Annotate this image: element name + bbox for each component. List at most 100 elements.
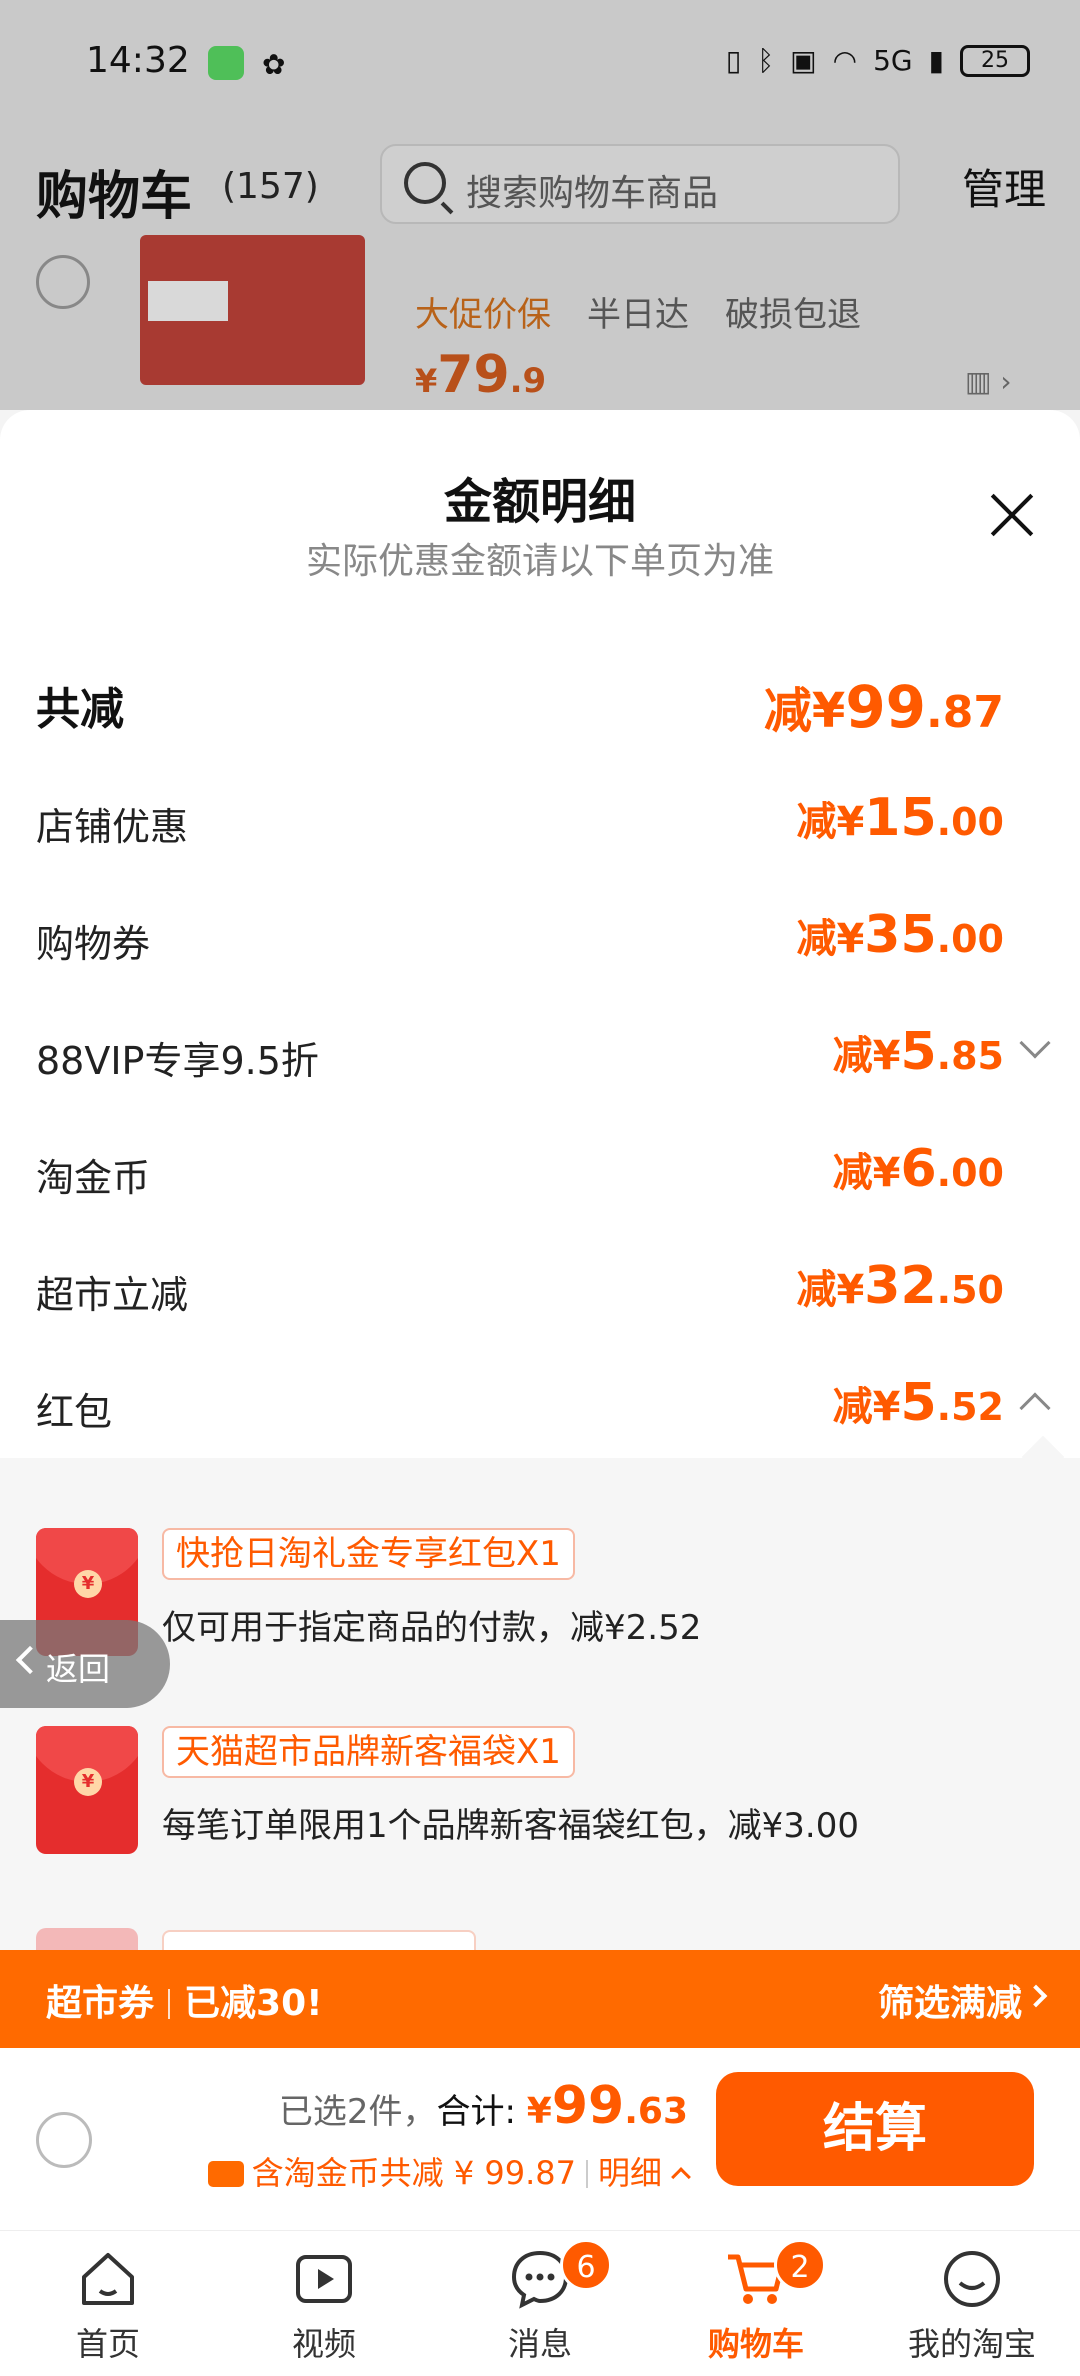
discount-amount: 减¥6.00 <box>833 1139 1004 1199</box>
discount-amount: 减¥35.00 <box>796 905 1004 965</box>
coupon-icon <box>207 2161 244 2187</box>
sheet-subtitle: 实际优惠金额请以下单页为准 <box>305 541 774 582</box>
red-packet-tag-partial <box>162 1930 476 1950</box>
tab-label: 购物车 <box>707 2325 804 2363</box>
price-int: 99 <box>551 2076 625 2136</box>
page-title: 购物车 <box>36 167 193 227</box>
amount-detail-sheet: 金额明细 实际优惠金额请以下单页为准 共减 减¥99.87 店铺优惠 减¥15.… <box>0 410 1080 1950</box>
discount-row-88vip[interactable]: 88VIP专享9.5折 减¥5.85 <box>0 1014 1080 1094</box>
amount-prefix: 减¥ <box>796 916 865 962</box>
tab-profile[interactable]: 我的淘宝 <box>864 2231 1080 2376</box>
product-price: ¥79.9 <box>415 345 546 405</box>
price-trend-icon[interactable]: ▥ › <box>965 365 1012 398</box>
bottom-tab-bar: 首页 视频 6 消息 2 购物车 我的淘宝 <box>0 2230 1080 2376</box>
amount-dec: .87 <box>926 687 1004 738</box>
wifi-icon: ◠ <box>832 44 858 77</box>
search-input[interactable]: 搜索购物车商品 <box>380 144 900 224</box>
cart-item: 大促价保 半日达 破损包退 ¥79.9 ▥ › <box>0 235 1080 410</box>
wechat-icon: ✿ <box>262 48 286 81</box>
tab-label: 首页 <box>75 2325 140 2363</box>
cart-header: 购物车 (157) 搜索购物车商品 管理 <box>0 130 1080 235</box>
tab-home[interactable]: 首页 <box>0 2231 216 2376</box>
red-packet-coin: ¥ <box>74 1768 102 1796</box>
filter-discount-link[interactable]: 筛选满减 <box>878 1974 1022 2026</box>
red-packet-coin: ¥ <box>74 1570 102 1598</box>
signal-icon: ▮ <box>928 44 944 77</box>
tab-video[interactable]: 视频 <box>216 2231 432 2376</box>
red-packet-desc: 每笔订单限用1个品牌新客福袋红包，减¥3.00 <box>162 1806 859 1846</box>
promo-divider <box>168 1989 171 2019</box>
hd-icon: ▣ <box>790 44 817 77</box>
amount-prefix: 减¥ <box>832 1384 901 1430</box>
amount-prefix: 减¥ <box>832 1150 901 1196</box>
close-icon[interactable] <box>988 492 1034 538</box>
discount-summary-text: 含淘金币共减 ¥ 99.87 <box>251 2154 576 2192</box>
back-button[interactable]: 返回 <box>0 1620 170 1708</box>
chevron-up-icon[interactable] <box>1019 1392 1051 1424</box>
tab-label: 消息 <box>507 2325 572 2363</box>
red-packet-icon: ¥ <box>36 1726 138 1854</box>
amount-prefix: 减¥ <box>832 1033 901 1079</box>
discount-amount: 减¥15.00 <box>796 788 1004 848</box>
profile-icon <box>944 2251 1000 2307</box>
video-icon <box>296 2255 352 2303</box>
home-icon <box>82 2253 134 2305</box>
discount-row-store: 店铺优惠 减¥15.00 <box>0 780 1080 860</box>
discount-row-coupon: 购物券 减¥35.00 <box>0 897 1080 977</box>
manage-button[interactable]: 管理 <box>962 156 1046 217</box>
discount-label: 88VIP专享9.5折 <box>36 1039 319 1083</box>
red-packet-tag: 快抢日淘礼金专享红包X1 <box>162 1528 575 1580</box>
discount-summary[interactable]: 含淘金币共减 ¥ 99.87 明细 <box>207 2148 691 2194</box>
tab-cart[interactable]: 2 购物车 <box>648 2231 864 2376</box>
status-bar: 14:32 ✿ ▯ ᛒ ▣ ◠ 5G ▮ 25 <box>0 0 1080 130</box>
total-discount-row: 共减 减¥99.87 <box>0 663 1080 743</box>
checkout-bar: 已选2件，合计: ¥99.63 含淘金币共减 ¥ 99.87 明细 结算 <box>0 2048 1080 2230</box>
back-button-label: 返回 <box>46 1650 111 1688</box>
checkout-button[interactable]: 结算 <box>716 2072 1034 2186</box>
vibrate-icon: ▯ <box>725 44 742 77</box>
select-all-radio[interactable] <box>36 2112 92 2168</box>
discount-label: 购物券 <box>36 922 151 966</box>
discount-amount: 减¥5.85 <box>833 1022 1004 1082</box>
amount-int: 32 <box>864 1256 937 1316</box>
chevron-right-icon <box>1024 1984 1048 2008</box>
amount-dec: .00 <box>936 917 1004 961</box>
network-label: 5G <box>873 44 913 77</box>
status-time: 14:32 <box>86 40 190 81</box>
red-packet-tag: 天猫超市品牌新客福袋X1 <box>162 1726 575 1778</box>
amount-int: 5 <box>900 1373 937 1433</box>
chevron-left-icon <box>15 1645 45 1675</box>
total-discount-label: 共减 <box>36 684 124 735</box>
discount-row-redpacket[interactable]: 红包 减¥5.52 <box>0 1365 1080 1445</box>
detail-link[interactable]: 明细 <box>598 2154 662 2192</box>
product-tag: 大促价保 <box>415 295 551 335</box>
amount-int: 5 <box>900 1022 937 1082</box>
discount-label: 淘金币 <box>36 1156 151 1200</box>
search-placeholder: 搜索购物车商品 <box>466 173 719 214</box>
amount-int: 35 <box>864 905 937 965</box>
search-icon <box>404 162 446 204</box>
discount-label: 红包 <box>36 1390 113 1434</box>
price-symbol: ¥ <box>526 2091 552 2132</box>
price-symbol: ¥ <box>415 362 438 400</box>
discount-row-supermarket: 超市立减 减¥32.50 <box>0 1248 1080 1328</box>
tab-messages[interactable]: 6 消息 <box>432 2231 648 2376</box>
promo-label: 超市券 <box>46 1983 155 2024</box>
cart-count: (157) <box>222 166 319 207</box>
red-packet-desc: 仅可用于指定商品的付款，减¥2.52 <box>162 1608 702 1648</box>
product-image[interactable] <box>140 235 365 385</box>
total-label: 合计: <box>436 2092 527 2132</box>
chevron-up-icon <box>671 2167 691 2187</box>
amount-int: 99 <box>845 673 927 741</box>
promo-info: 超市券 已减30! <box>46 1974 323 2026</box>
promo-status: 已减30! <box>184 1983 323 2024</box>
discount-amount: 减¥32.50 <box>796 1256 1004 1316</box>
price-int: 79 <box>437 345 510 405</box>
amount-int: 6 <box>900 1139 937 1199</box>
discount-label: 超市立减 <box>36 1273 189 1317</box>
item-select-radio[interactable] <box>36 255 90 309</box>
promo-bar[interactable]: 超市券 已减30! 筛选满减 <box>0 1950 1080 2048</box>
product-tag: 破损包退 <box>725 295 861 335</box>
amount-int: 15 <box>864 788 937 848</box>
chevron-down-icon[interactable] <box>1019 1027 1051 1059</box>
